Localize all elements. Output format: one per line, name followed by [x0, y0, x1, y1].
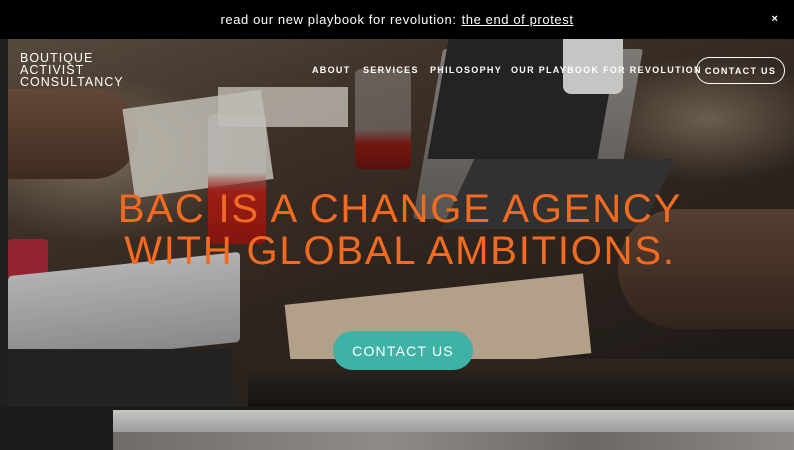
logo-line: CONSULTANCY	[20, 75, 124, 89]
lower-section-image	[113, 410, 794, 450]
nav-about[interactable]: ABOUT	[312, 65, 351, 75]
announcement-text: read our new playbook for revolution:	[220, 12, 457, 27]
close-icon[interactable]: ×	[768, 12, 782, 26]
nav-services[interactable]: SERVICES	[363, 65, 419, 75]
page: read our new playbook for revolution: th…	[0, 0, 794, 450]
nav-contact-button[interactable]: CONTACT US	[696, 57, 785, 84]
announcement-bar: read our new playbook for revolution: th…	[0, 0, 794, 39]
hero-contact-button[interactable]: CONTACT US	[333, 331, 473, 370]
site-logo[interactable]: BOUTIQUE ACTIVIST CONSULTANCY	[20, 52, 124, 89]
nav-playbook[interactable]: OUR PLAYBOOK FOR REVOLUTION	[511, 65, 702, 75]
hero-headline: BAC IS A CHANGE AGENCY WITH GLOBAL AMBIT…	[117, 187, 683, 273]
announcement-link[interactable]: the end of protest	[462, 12, 574, 27]
page-edge	[0, 39, 8, 450]
lower-image-ridge	[113, 432, 794, 450]
nav-philosophy[interactable]: PHILOSOPHY	[430, 65, 502, 75]
